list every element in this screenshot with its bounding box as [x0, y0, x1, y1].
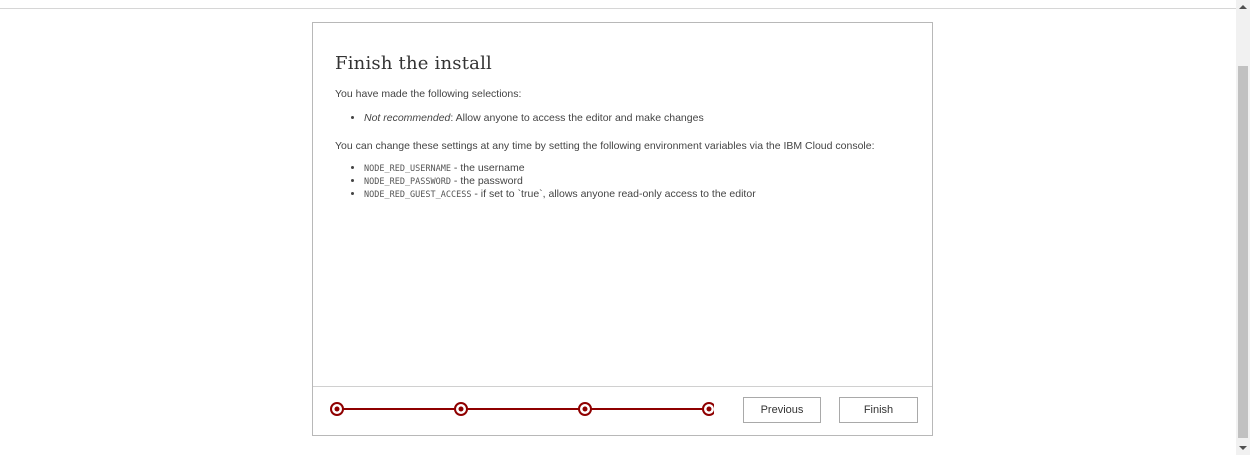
selections-list: Not recommended: Allow anyone to access …	[335, 110, 910, 126]
selection-text: : Allow anyone to access the editor and …	[450, 112, 704, 124]
step-marker	[330, 402, 344, 416]
dialog-footer: Previous Finish	[313, 386, 932, 435]
vertical-scrollbar[interactable]	[1236, 0, 1250, 455]
previous-button[interactable]: Previous	[743, 397, 821, 423]
dialog-body: Finish the install You have made the fol…	[313, 23, 932, 389]
list-item: Not recommended: Allow anyone to access …	[364, 110, 910, 126]
change-settings-note: You can change these settings at any tim…	[335, 140, 875, 152]
list-item: NODE_RED_GUEST_ACCESS - if set to `true`…	[364, 188, 910, 201]
finish-button[interactable]: Finish	[839, 397, 918, 423]
env-var-list: NODE_RED_USERNAME - the username NODE_RE…	[335, 162, 910, 201]
install-dialog: Finish the install You have made the fol…	[312, 22, 933, 436]
dialog-title: Finish the install	[335, 53, 493, 74]
env-var-desc: - the password	[451, 175, 523, 187]
list-item: NODE_RED_PASSWORD - the password	[364, 175, 910, 188]
list-item: NODE_RED_USERNAME - the username	[364, 162, 910, 175]
step-marker	[702, 402, 714, 416]
env-var-desc: - if set to `true`, allows anyone read-o…	[471, 188, 756, 200]
selections-intro: You have made the following selections:	[335, 88, 522, 100]
env-var-name: NODE_RED_PASSWORD	[364, 177, 451, 187]
env-var-name: NODE_RED_GUEST_ACCESS	[364, 190, 472, 200]
not-recommended-label: Not recommended	[364, 112, 451, 124]
step-marker	[454, 402, 468, 416]
scroll-up-icon[interactable]	[1239, 5, 1247, 9]
step-progress-indicator	[330, 402, 714, 416]
step-marker	[578, 402, 592, 416]
env-var-name: NODE_RED_USERNAME	[364, 164, 451, 174]
scroll-thumb[interactable]	[1238, 66, 1248, 438]
env-var-desc: - the username	[451, 162, 525, 174]
top-divider	[0, 8, 1236, 9]
scroll-down-icon[interactable]	[1239, 446, 1247, 450]
